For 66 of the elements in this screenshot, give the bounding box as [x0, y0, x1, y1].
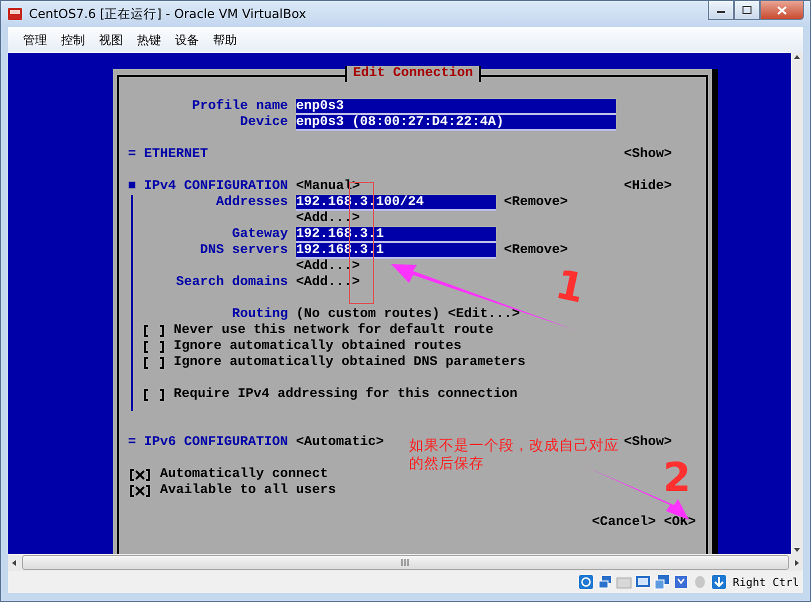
- minimize-button[interactable]: [708, 1, 734, 20]
- checkbox-label: Available to all users: [160, 483, 336, 499]
- input-field[interactable]: enp0s3: [296, 99, 616, 115]
- section-marker: ■: [128, 179, 136, 195]
- dialog-button[interactable]: <OK>: [664, 515, 696, 531]
- menu-item[interactable]: 视图: [92, 32, 130, 48]
- checkbox[interactable]: [142, 339, 166, 355]
- toggle-button[interactable]: <Show>: [624, 435, 672, 451]
- checkbox-label: Automatically connect: [160, 467, 328, 483]
- monitor-icon[interactable]: [634, 574, 651, 590]
- toggle-button[interactable]: <Show>: [624, 147, 672, 163]
- checkbox-label: Require IPv4 addressing for this connection: [174, 387, 518, 403]
- maximize-button[interactable]: [734, 1, 760, 20]
- checkbox-label: Ignore automatically obtained DNS parameters: [174, 355, 526, 371]
- step-number: 2: [663, 458, 691, 498]
- scroll-right-icon[interactable]: [793, 558, 801, 566]
- field-label: Routing: [232, 307, 288, 323]
- dialog-button[interactable]: <Cancel>: [592, 515, 656, 531]
- host-key-label: Right Ctrl: [732, 576, 799, 588]
- checkbox[interactable]: [128, 467, 152, 483]
- menu-item[interactable]: 设备: [168, 32, 206, 48]
- edit-button[interactable]: <Edit...>: [448, 307, 520, 323]
- annotation-note: 如果不是一个段，改成自己对应的然后保存: [409, 437, 620, 473]
- close-button[interactable]: [760, 1, 804, 20]
- add-button[interactable]: <Add...>: [296, 275, 360, 291]
- menu-item[interactable]: 热键: [130, 32, 168, 48]
- section-marker: =: [128, 435, 136, 451]
- mode-button[interactable]: <Automatic>: [296, 435, 384, 450]
- section-marker: =: [128, 147, 136, 163]
- download-arrow-icon[interactable]: [710, 574, 727, 590]
- checkbox-label: Never use this network for default route: [174, 323, 494, 339]
- add-button[interactable]: <Add...>: [296, 211, 360, 227]
- field-label: Addresses: [216, 195, 288, 211]
- app-icon: [7, 6, 23, 22]
- section-heading: ETHERNET: [144, 147, 208, 163]
- checkbox[interactable]: [142, 387, 166, 403]
- input-field[interactable]: enp0s3 (08:00:27:D4:22:4A): [296, 115, 616, 131]
- section-heading: IPv4 CONFIGURATION: [144, 179, 288, 195]
- checkbox[interactable]: [142, 323, 166, 339]
- checkbox[interactable]: [142, 355, 166, 371]
- field-label: Profile name: [192, 99, 288, 115]
- grip-icon: [401, 559, 410, 566]
- field-label: Gateway: [232, 227, 288, 243]
- step-number: 1: [552, 264, 588, 310]
- menu-item[interactable]: 控制: [54, 32, 92, 48]
- section-heading: IPv6 CONFIGURATION: [144, 435, 288, 451]
- toggle-button[interactable]: <Hide>: [624, 179, 672, 195]
- scroll-left-icon[interactable]: [10, 558, 18, 566]
- menu-item[interactable]: 帮助: [206, 32, 244, 48]
- add-button[interactable]: <Add...>: [296, 259, 360, 275]
- horizontal-scrollbar[interactable]: [8, 554, 803, 571]
- dialog-title: Edit Connection: [345, 66, 481, 82]
- field-label: DNS servers: [200, 243, 288, 259]
- field-label: Search domains: [176, 275, 288, 291]
- checkbox[interactable]: [128, 483, 152, 499]
- window-title: CentOS7.6 [正在运行] - Oracle VM VirtualBox: [29, 6, 306, 22]
- vertical-scrollbar[interactable]: [791, 53, 803, 554]
- menu-item[interactable]: 管理: [16, 32, 54, 48]
- remove-button[interactable]: <Remove>: [504, 195, 568, 211]
- field-label: Device: [240, 115, 288, 131]
- routing-value: (No custom routes): [296, 307, 440, 323]
- remove-button[interactable]: <Remove>: [504, 243, 568, 259]
- close-icon: [777, 6, 787, 14]
- maximize-icon: [742, 6, 752, 14]
- mode-button[interactable]: <Manual>: [296, 179, 360, 194]
- checkbox-label: Ignore automatically obtained routes: [174, 339, 462, 355]
